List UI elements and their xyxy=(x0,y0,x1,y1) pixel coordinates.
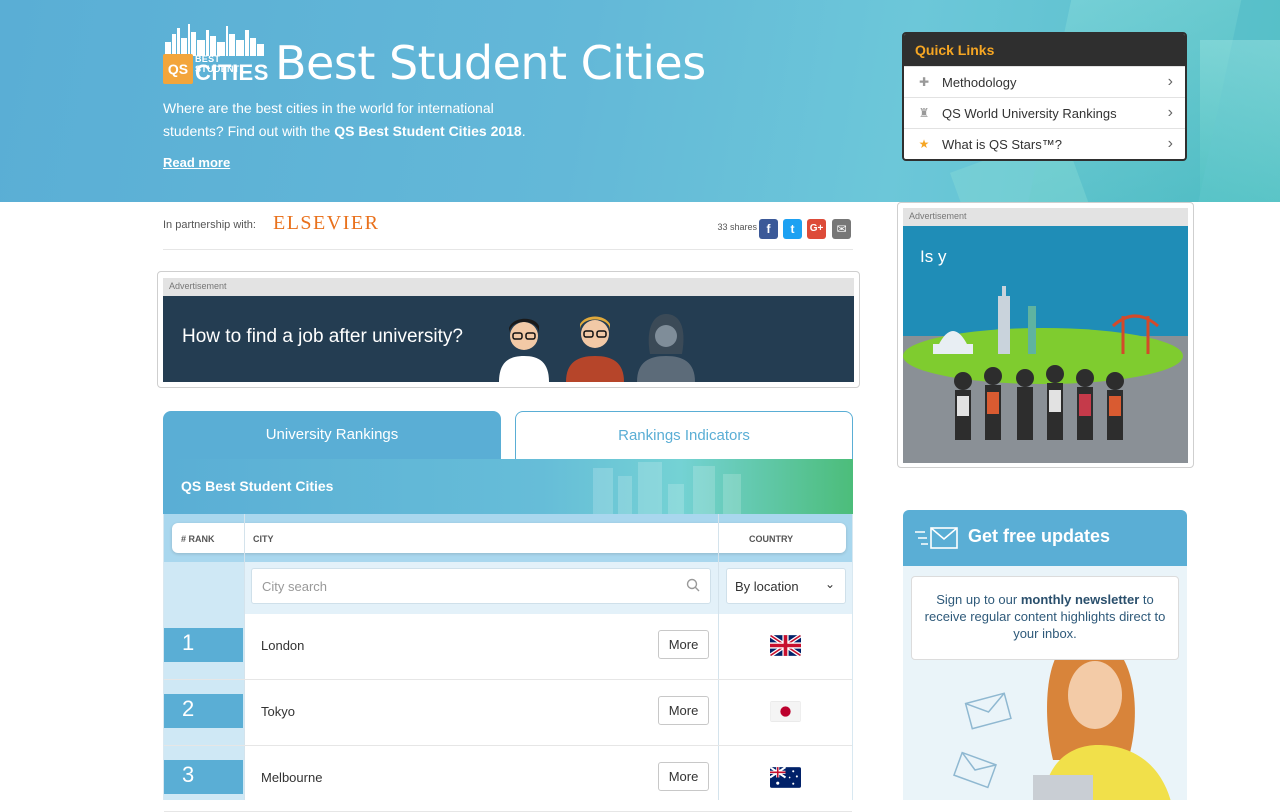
puzzle-icon: ✚ xyxy=(918,75,930,89)
table-row: 2 Tokyo More xyxy=(164,680,852,746)
newsletter-header: Get free updates xyxy=(903,510,1187,566)
table-title: QS Best Student Cities xyxy=(181,478,334,494)
ad-headline: How to find a job after university? xyxy=(182,326,463,347)
chevron-right-icon: › xyxy=(1167,104,1173,121)
more-button[interactable]: More xyxy=(658,762,709,791)
person-illustration xyxy=(637,314,695,382)
qs-logo-badge: QS xyxy=(163,54,193,84)
mail-icon xyxy=(915,527,958,549)
trophy-icon: ♜ xyxy=(918,106,930,120)
hero-description: Where are the best cities in the world f… xyxy=(163,100,526,139)
email-share-button[interactable]: ✉ xyxy=(832,219,851,239)
ad-text: Is y xyxy=(920,247,947,266)
search-icon xyxy=(686,578,700,592)
city-search-input[interactable] xyxy=(251,568,711,604)
more-button[interactable]: More xyxy=(658,630,709,659)
chevron-right-icon: › xyxy=(1167,73,1173,90)
quick-link-methodology[interactable]: ✚ Methodology › xyxy=(904,66,1185,97)
hero-description-link: QS Best Student Cities 2018 xyxy=(334,123,522,139)
newsletter-description: Sign up to our monthly newsletter to rec… xyxy=(911,576,1179,660)
google-plus-share-button[interactable]: G+ xyxy=(807,219,826,239)
rank-number: 3 xyxy=(164,760,243,794)
chevron-down-icon: ⌄ xyxy=(824,577,835,591)
uk-flag-icon xyxy=(770,635,801,656)
person-illustration xyxy=(566,316,624,382)
page-title: Best Student Cities xyxy=(275,36,706,90)
city-name[interactable]: Melbourne xyxy=(261,770,322,785)
partnership-label: In partnership with: xyxy=(163,219,256,231)
newsletter-link[interactable]: monthly newsletter xyxy=(1021,592,1139,607)
chevron-right-icon: › xyxy=(1167,135,1173,152)
table-banner: QS Best Student Cities xyxy=(163,459,853,514)
header-rank[interactable]: # RANK xyxy=(181,534,215,544)
newsletter-title: Get free updates xyxy=(968,526,1111,546)
envelope-icon xyxy=(953,751,997,789)
envelope-icon xyxy=(964,692,1012,730)
person-illustration xyxy=(499,318,549,382)
partnership-row: In partnership with: ELSEVIER 33 shares … xyxy=(163,212,853,250)
city-name[interactable]: Tokyo xyxy=(261,704,295,719)
newsletter-signup-box: Get free updates Sign up to our monthly … xyxy=(903,510,1187,800)
elsevier-logo[interactable]: ELSEVIER xyxy=(273,212,379,235)
quick-links-title: Quick Links xyxy=(904,34,1185,66)
table-header: # RANK CITY COUNTRY xyxy=(172,523,846,553)
ad-image: Is y xyxy=(903,226,1188,463)
header-city[interactable]: CITY xyxy=(253,534,274,544)
facebook-share-button[interactable]: f xyxy=(759,219,778,239)
advertisement-banner[interactable]: Advertisement How to find a job after un… xyxy=(157,271,860,388)
sidebar-advertisement[interactable]: Advertisement Is y xyxy=(897,202,1194,468)
hero-banner: QS BEST STUDENT CITIES Best Student Citi… xyxy=(0,0,1280,202)
advertisement-label: Advertisement xyxy=(163,278,854,296)
share-count: 33 shares xyxy=(717,222,757,232)
twitter-share-button[interactable]: t xyxy=(783,219,802,239)
quick-links-panel: Quick Links ✚ Methodology › ♜ QS World U… xyxy=(902,32,1187,161)
job-ad-banner: How to find a job after university? xyxy=(163,296,854,382)
location-select[interactable]: By location ⌄ xyxy=(726,568,846,604)
woman-with-laptop-image xyxy=(1033,640,1171,800)
rank-number: 2 xyxy=(164,694,243,728)
quick-link-world-rankings[interactable]: ♜ QS World University Rankings › xyxy=(904,97,1185,128)
star-icon: ★ xyxy=(918,137,930,151)
header-country[interactable]: COUNTRY xyxy=(749,534,793,544)
filter-row: 2018 ⌄ By location ⌄ xyxy=(164,562,852,614)
quick-link-qs-stars[interactable]: ★ What is QS Stars™? › xyxy=(904,128,1185,159)
tab-university-rankings[interactable]: University Rankings xyxy=(163,411,501,459)
rank-number: 1 xyxy=(164,628,243,662)
rankings-table: # RANK CITY COUNTRY 2018 ⌄ By location ⌄… xyxy=(163,514,853,812)
table-row: 3 Melbourne More xyxy=(164,746,852,812)
table-row: 1 London More xyxy=(164,614,852,680)
tab-rankings-indicators[interactable]: Rankings Indicators xyxy=(515,411,853,459)
qs-best-student-cities-logo[interactable]: QS BEST STUDENT CITIES xyxy=(163,22,268,84)
japan-flag-icon xyxy=(770,701,801,722)
logo-cities: CITIES xyxy=(195,60,269,85)
city-landmarks-illustration xyxy=(903,286,1188,463)
read-more-link[interactable]: Read more xyxy=(163,155,230,170)
advertisement-label: Advertisement xyxy=(903,208,1188,226)
skyline-icon xyxy=(165,24,264,56)
city-name[interactable]: London xyxy=(261,638,304,653)
australia-flag-icon xyxy=(770,767,801,788)
more-button[interactable]: More xyxy=(658,696,709,725)
